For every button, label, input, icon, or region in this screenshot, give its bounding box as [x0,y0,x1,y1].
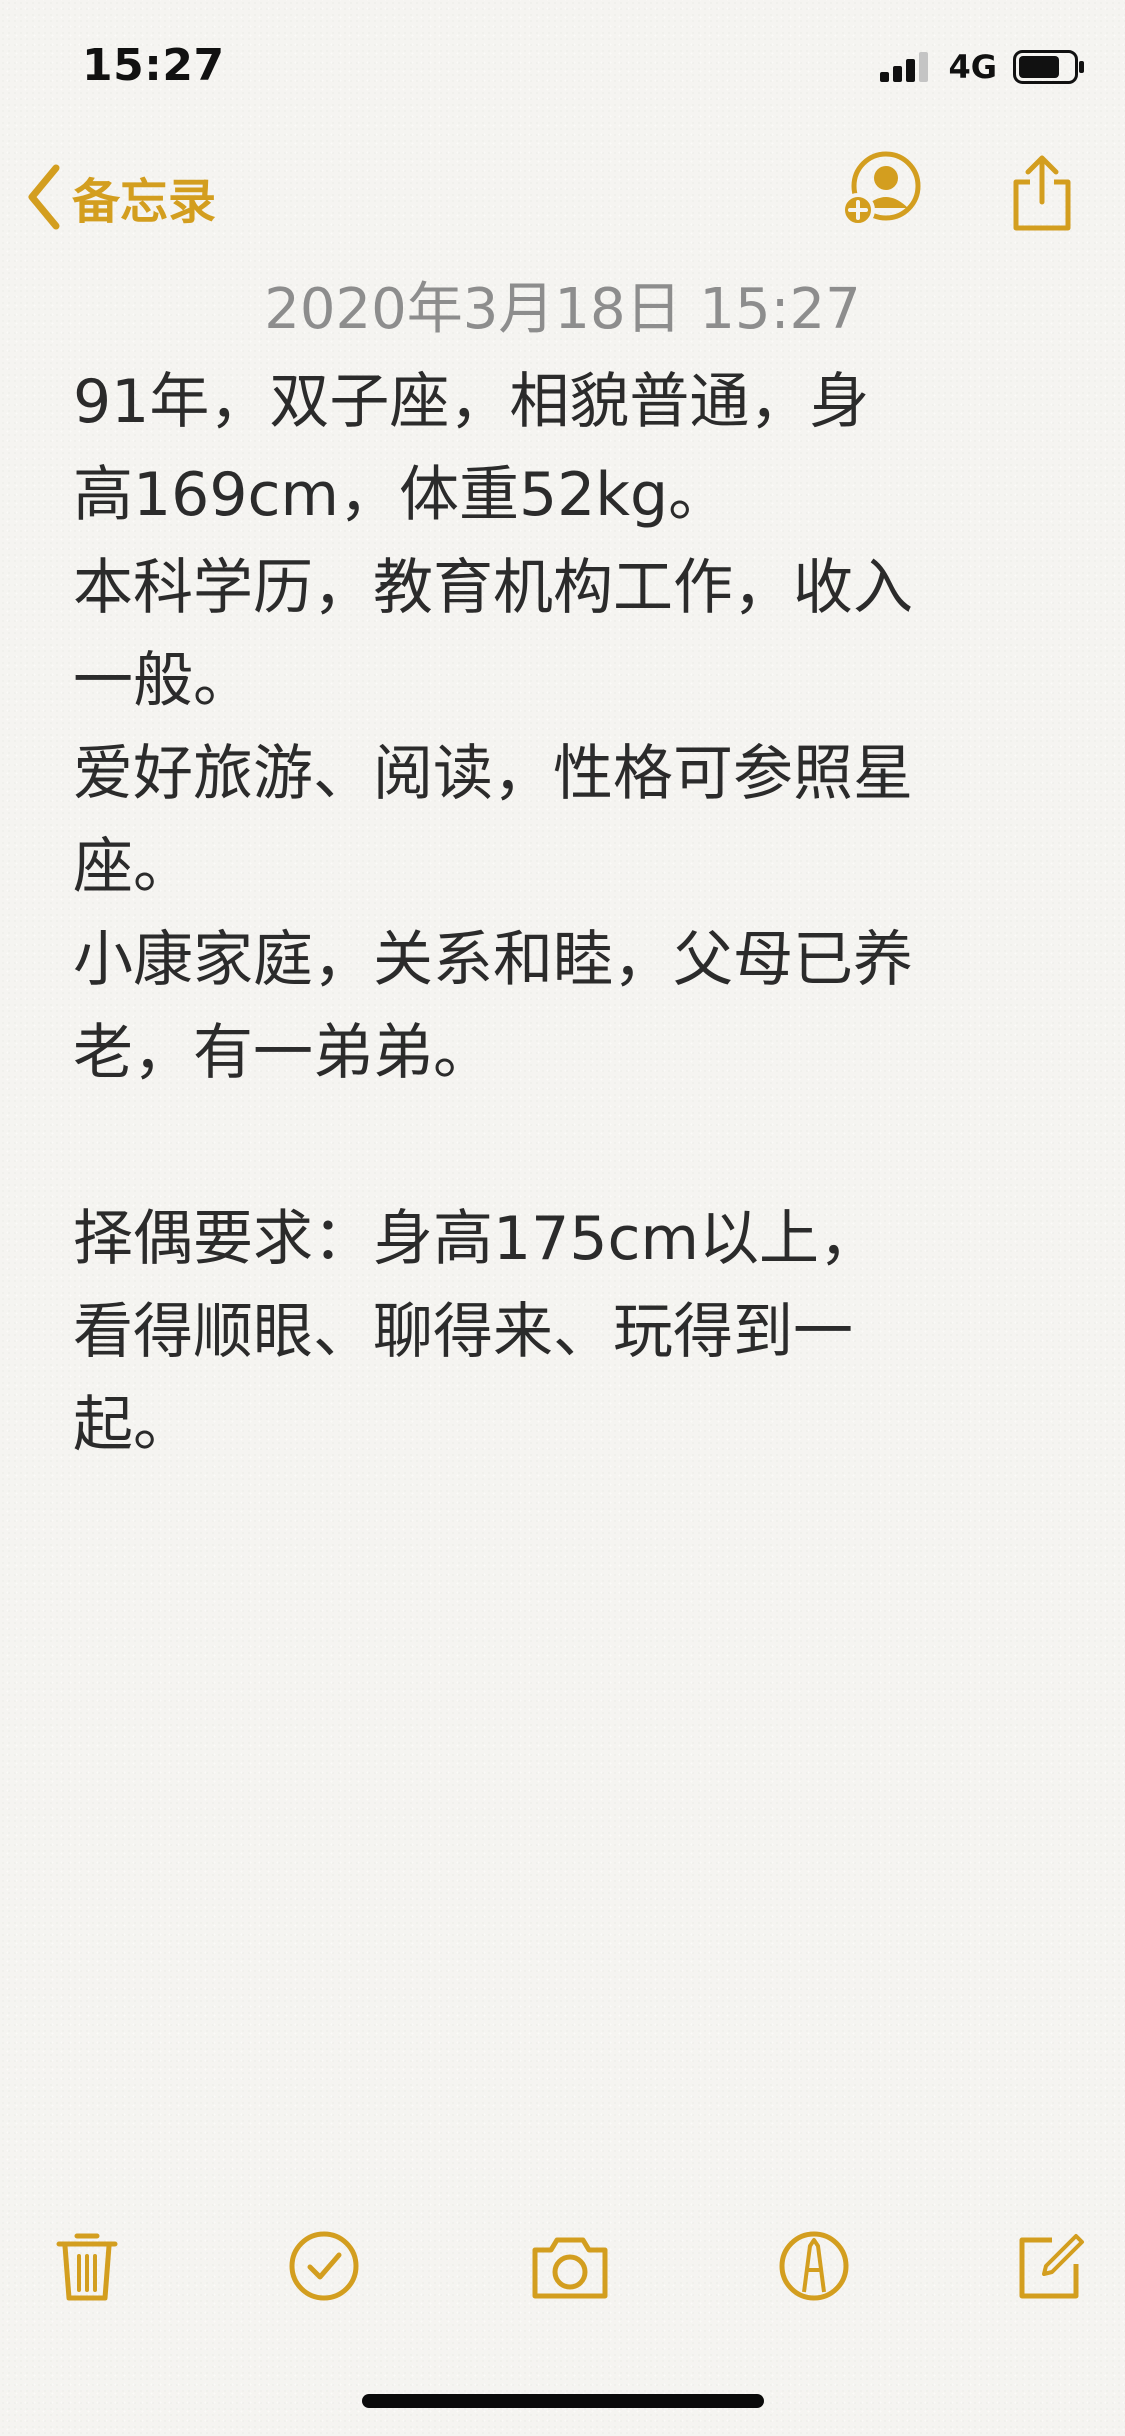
markup-icon[interactable] [774,2226,854,2306]
share-icon[interactable] [1010,154,1074,234]
note-line: 本科学历，教育机构工作，收入 [73,553,913,623]
checklist-icon[interactable] [284,2226,364,2306]
note-date: 2020年3月18日 15:27 [264,277,861,342]
battery-icon [1013,50,1084,84]
note-line: 爱好旅游、阅读，性格可参照星 [73,739,913,809]
trash-icon[interactable] [47,2226,127,2306]
add-person-icon[interactable] [840,150,926,230]
home-indicator[interactable] [362,2394,764,2408]
note-line: 老，有一弟弟。 [73,1018,493,1088]
status-bar: 15:27 4G [0,0,1125,130]
back-button[interactable]: 备忘录 [24,162,216,232]
note-line: 一般。 [73,646,253,716]
signal-bars-icon [880,52,929,82]
compose-icon[interactable] [1010,2226,1090,2306]
note-line: 择偶要求：身高175cm以上， [73,1204,879,1274]
note-line: 看得顺眼、聊得来、玩得到一 [73,1297,853,1367]
camera-icon[interactable] [527,2226,613,2306]
note-line: 91年，双子座，相貌普通，身 [73,367,870,437]
note-line: 座。 [73,832,193,902]
note-body[interactable]: 91年，双子座，相貌普通，身 高169cm，体重52kg。 本科学历，教育机构工… [73,356,1073,1472]
status-time: 15:27 [82,40,225,91]
network-type-label: 4G [948,48,997,86]
note-line: 起。 [73,1390,193,1460]
back-button-label: 备忘录 [72,174,217,230]
note-line: 小康家庭，关系和睦，父母已养 [73,925,913,995]
note-line [73,1100,1073,1193]
note-line: 高169cm，体重52kg。 [73,460,729,530]
chevron-left-icon [28,164,60,230]
navigation-bar: 备忘录 [0,150,1125,250]
status-indicators: 4G [880,48,1085,86]
